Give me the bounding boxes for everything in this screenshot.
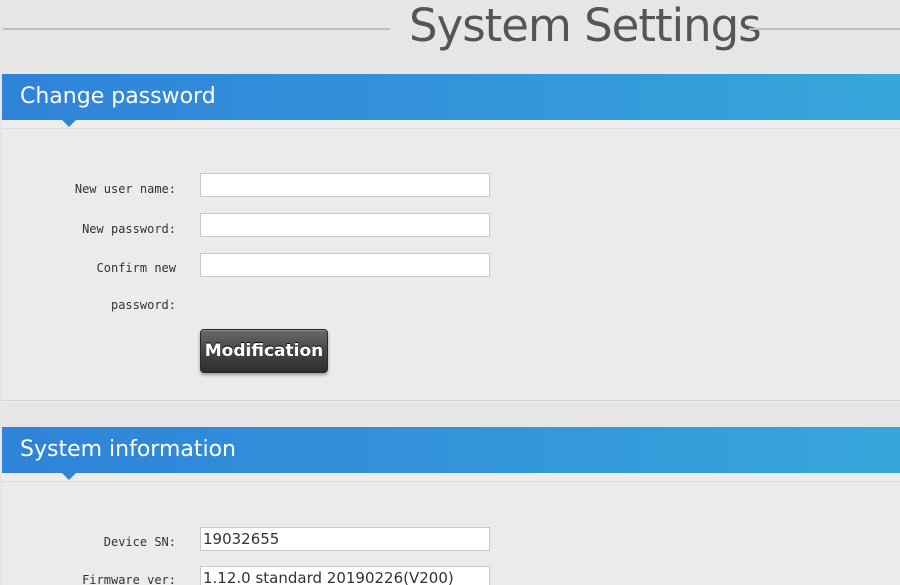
title-row: System Settings (0, 0, 900, 60)
password-label: New password: (82, 222, 176, 236)
system-information-section: System information Device SN: 19032655 F… (2, 427, 900, 585)
title-divider-left (3, 28, 390, 30)
firmware-label: Firmware ver: (82, 573, 176, 585)
username-label: New user name: (74, 182, 176, 196)
title-divider-right (749, 28, 900, 30)
password-input[interactable] (200, 213, 490, 237)
device-sn-value: 19032655 (200, 527, 490, 551)
change-password-title: Change password (20, 84, 216, 109)
section-divider (2, 120, 900, 129)
confirm-password-label-line2: password: (110, 298, 176, 312)
system-information-title: System information (20, 437, 237, 462)
change-password-header: Change password (2, 74, 900, 127)
section-divider (2, 473, 900, 482)
confirm-password-label-line1: Confirm new (96, 261, 176, 275)
page-title: System Settings (409, 0, 762, 52)
modification-button[interactable]: Modification (200, 329, 328, 373)
change-password-section: Change password New user name: New passw… (2, 74, 900, 401)
firmware-value: 1.12.0 standard 20190226(V200) (200, 566, 490, 585)
username-input[interactable] (200, 173, 490, 197)
confirm-password-input[interactable] (200, 253, 490, 277)
system-settings-page: System Settings Change password New user… (0, 0, 900, 585)
device-sn-label: Device SN: (103, 535, 176, 549)
system-information-header: System information (2, 427, 900, 480)
